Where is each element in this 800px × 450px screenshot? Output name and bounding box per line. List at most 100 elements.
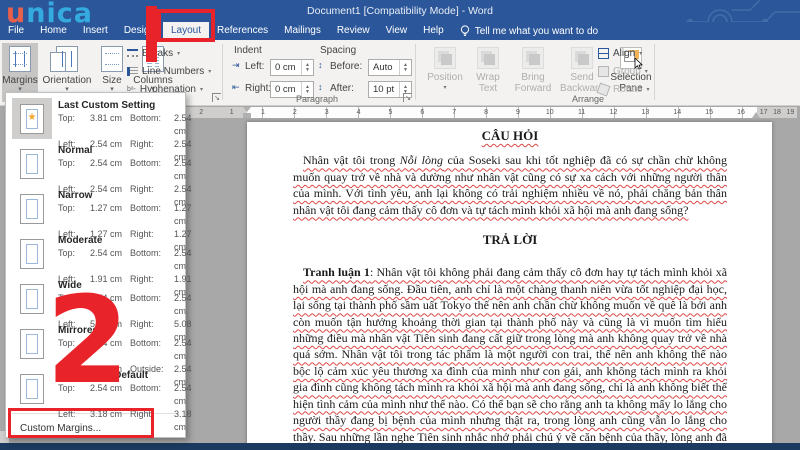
- tab-help[interactable]: Help: [415, 22, 452, 40]
- margin-bottom-label: Bottom:: [130, 247, 174, 273]
- ruler-number: 15: [693, 107, 725, 118]
- doc-heading-cau-hoi: CÂU HỎI: [293, 128, 727, 144]
- page-margins-icon: [20, 149, 44, 179]
- annotation-step2-digit: 2: [46, 282, 130, 402]
- page-margins-icon: [20, 329, 44, 359]
- document-page[interactable]: CÂU HỎI Nhân vật tôi trong Nỗi lòng của …: [247, 122, 772, 443]
- paragraph-dialog-launcher[interactable]: ↘: [403, 93, 412, 102]
- right-indent-marker[interactable]: [752, 112, 760, 118]
- spacing-label: Spacing: [320, 45, 356, 56]
- ruler-text-area: 12345678910111213141516: [247, 107, 757, 118]
- wrap-text-button: Wrap Text: [468, 43, 508, 102]
- tab-references[interactable]: References: [209, 22, 276, 40]
- indent-left-value: 0 cm: [271, 62, 301, 73]
- tab-view[interactable]: View: [378, 22, 416, 40]
- bring-forward-icon: [522, 47, 544, 69]
- align-label: Align: [613, 48, 635, 59]
- first-line-indent-marker[interactable]: [243, 107, 251, 112]
- ruler-number: 11: [566, 107, 598, 118]
- indent-right-icon: ⇤: [232, 82, 240, 93]
- tab-mailings[interactable]: Mailings: [276, 22, 329, 40]
- doc-heading-tra-loi: TRẢ LỜI: [293, 232, 727, 248]
- chevron-down-icon: ▾: [200, 86, 203, 93]
- group-icon: [598, 66, 609, 77]
- margin-top-label: Top:: [58, 112, 88, 138]
- chevron-down-icon: ▾: [639, 50, 642, 57]
- chevron-down-icon: ▾: [208, 68, 211, 75]
- margin-bottom-value: 2.54 cm: [174, 112, 192, 138]
- indent-left-field-label: Left:: [245, 61, 264, 72]
- page-margins-icon: [20, 239, 44, 269]
- indent-label: Indent: [234, 45, 262, 56]
- chevron-down-icon: ▾: [645, 68, 648, 75]
- margin-bottom-value: 2.54 cm: [174, 157, 192, 183]
- chevron-down-icon: ▾: [646, 86, 649, 93]
- line-numbers-icon: [127, 67, 138, 76]
- chevron-down-icon: ▾: [177, 50, 180, 57]
- spacing-after-field-label: After:: [330, 83, 354, 94]
- page-margins-icon: [20, 194, 44, 224]
- tell-me-label: Tell me what you want to do: [475, 26, 598, 37]
- group-divider: [654, 44, 655, 100]
- ruler-number: 14: [661, 107, 693, 118]
- indent-left-icon: ⇥: [232, 60, 240, 71]
- margin-preset-name: Narrow: [58, 189, 192, 202]
- line-numbers-label: Line Numbers: [142, 66, 204, 77]
- line-numbers-button[interactable]: Line Numbers ▾: [127, 64, 211, 78]
- margin-bottom-label: Bottom:: [130, 382, 174, 408]
- bring-forward-button: Bring Forward: [510, 43, 556, 102]
- spacing-before-value: Auto: [369, 62, 399, 73]
- margin-preset-name: Moderate: [58, 234, 192, 247]
- margin-top-value: 1.27 cm: [88, 202, 130, 228]
- wrap-text-label: Wrap Text: [468, 72, 508, 94]
- margins-menu-item[interactable]: ★ Last Custom Setting Top:3.81 cm Bottom…: [6, 96, 185, 141]
- spinner-arrows-icon[interactable]: ▲▼: [399, 60, 411, 75]
- breaks-icon: [127, 49, 138, 57]
- size-icon: [101, 46, 123, 72]
- position-label: Position: [427, 72, 463, 83]
- group-divider: [415, 44, 416, 100]
- tab-layout[interactable]: Layout 1: [163, 22, 209, 40]
- group-divider: [222, 44, 223, 100]
- ruler-number: 19: [784, 107, 797, 118]
- margins-menu-item[interactable]: Normal Top:2.54 cm Bottom:2.54 cm Left:2…: [6, 141, 185, 186]
- spacing-before-icon: ↕: [318, 60, 323, 70]
- margin-top-label: Top:: [58, 157, 88, 183]
- margin-right-label: Right:: [130, 408, 174, 434]
- margins-menu-item[interactable]: Moderate Top:2.54 cm Bottom:2.54 cm Left…: [6, 231, 185, 276]
- tell-me-box[interactable]: Tell me what you want to do: [452, 22, 606, 40]
- ruler-number: 10: [534, 107, 566, 118]
- ruler-number: 12: [598, 107, 630, 118]
- margin-top-value: 2.54 cm: [88, 157, 130, 183]
- bring-forward-label: Bring Forward: [510, 72, 556, 94]
- spacing-before-input[interactable]: Auto ▲▼: [368, 59, 412, 76]
- ruler-number: 18: [770, 107, 783, 118]
- rotate-button: Rotate ▾: [598, 82, 654, 97]
- orientation-icon: [56, 46, 78, 72]
- margin-bottom-value: 2.54 cm: [174, 337, 192, 363]
- spinner-arrows-icon[interactable]: ▲▼: [301, 60, 313, 75]
- ruler-number: 3: [311, 107, 343, 118]
- ruler-number: 5: [375, 107, 407, 118]
- page-margins-icon: [20, 374, 44, 404]
- page-setup-dialog-launcher[interactable]: ↘: [212, 93, 221, 102]
- tab-review[interactable]: Review: [329, 22, 378, 40]
- margin-bottom-value: 2.54 cm: [174, 292, 192, 318]
- ruler-number: 2: [279, 107, 311, 118]
- ruler-number: 8: [470, 107, 502, 118]
- margin-top-value: 2.54 cm: [88, 247, 130, 273]
- margins-menu-item[interactable]: Narrow Top:1.27 cm Bottom:1.27 cm Left:1…: [6, 186, 185, 231]
- align-button[interactable]: Align ▾: [598, 46, 654, 61]
- doc-paragraph-answer: Tranh luận 1: Nhân vật tôi không phải đa…: [293, 264, 727, 443]
- tab-layout-label: Layout: [171, 25, 201, 36]
- ruler-number: 6: [406, 107, 438, 118]
- left-indent-marker[interactable]: [243, 113, 251, 118]
- margin-preset-iconwrap: [12, 233, 52, 274]
- indent-left-input[interactable]: 0 cm ▲▼: [270, 59, 314, 76]
- margin-right-value: 3.18 cm: [174, 408, 192, 434]
- ruler-number: 1: [247, 107, 279, 118]
- spacing-before-field-label: Before:: [330, 61, 362, 72]
- size-label: Size: [102, 75, 121, 86]
- page-margins-icon: [20, 284, 44, 314]
- ruler-left-margin-area: 21: [186, 107, 247, 118]
